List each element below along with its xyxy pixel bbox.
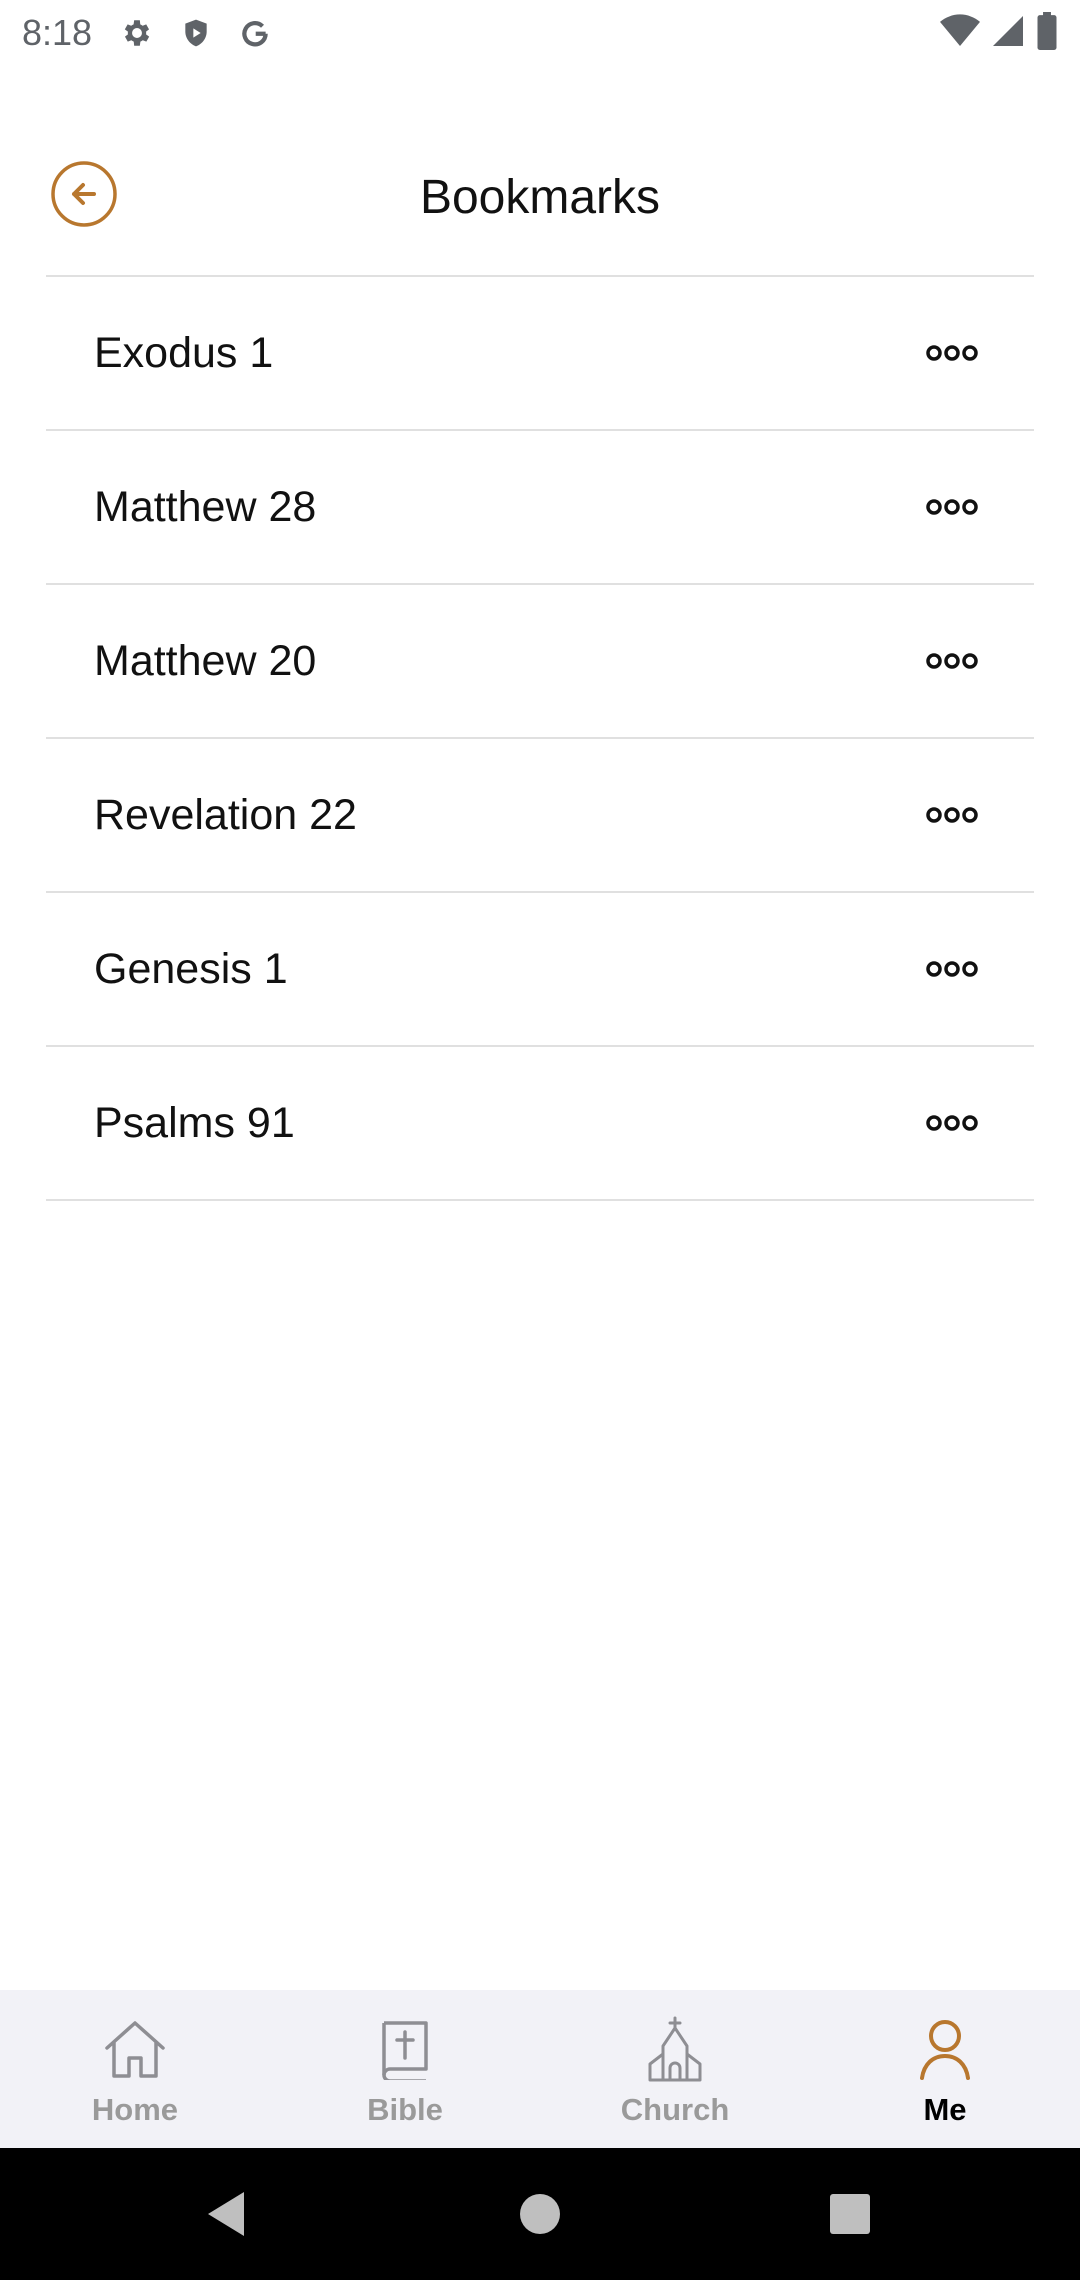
more-horizontal-icon	[926, 499, 978, 515]
tab-label: Church	[620, 2092, 730, 2127]
bookmark-item[interactable]: Matthew 20	[46, 585, 1034, 739]
bookmark-label: Matthew 28	[94, 482, 317, 531]
nav-back-button[interactable]	[196, 2184, 256, 2244]
bottom-tab-bar: Home Bible Church Me	[0, 1990, 1080, 2148]
tab-bible[interactable]: Bible	[330, 1990, 480, 2148]
bible-icon	[382, 2021, 428, 2080]
nav-recents-button[interactable]	[820, 2184, 880, 2244]
tab-label: Me	[923, 2092, 967, 2127]
more-horizontal-icon	[926, 1115, 978, 1131]
bookmarks-screen: 8:18 Bookmarks Exodus 1 Matthew 28 Matth…	[0, 0, 1080, 2280]
google-icon	[238, 16, 272, 50]
status-system-icons	[940, 12, 1058, 55]
status-bar: 8:18	[0, 0, 1080, 66]
bookmark-item[interactable]: Psalms 91	[46, 1047, 1034, 1201]
tab-church[interactable]: Church	[600, 1990, 750, 2148]
bookmark-label: Psalms 91	[94, 1098, 295, 1147]
tab-label: Bible	[367, 2092, 443, 2127]
tab-home[interactable]: Home	[60, 1990, 210, 2148]
bookmark-item[interactable]: Matthew 28	[46, 431, 1034, 585]
more-options-button[interactable]	[920, 487, 984, 527]
settings-icon	[120, 16, 154, 50]
more-options-button[interactable]	[920, 949, 984, 989]
bookmark-item[interactable]: Revelation 22	[46, 739, 1034, 893]
more-options-button[interactable]	[920, 1103, 984, 1143]
header: Bookmarks	[0, 150, 1080, 246]
more-horizontal-icon	[926, 961, 978, 977]
bookmark-label: Revelation 22	[94, 790, 357, 839]
tab-label: Home	[91, 2092, 179, 2127]
nav-home-button[interactable]	[510, 2184, 570, 2244]
more-options-button[interactable]	[920, 795, 984, 835]
home-circle-icon	[520, 2194, 560, 2234]
more-options-button[interactable]	[920, 333, 984, 373]
more-horizontal-icon	[926, 653, 978, 669]
back-triangle-icon	[208, 2192, 244, 2236]
system-nav-bar	[0, 2148, 1080, 2280]
bookmark-list: Exodus 1 Matthew 28 Matthew 20 Revelatio…	[46, 277, 1034, 1201]
bookmark-label: Genesis 1	[94, 944, 288, 993]
church-icon	[648, 2016, 702, 2082]
more-options-button[interactable]	[920, 641, 984, 681]
status-notification-icons	[120, 16, 272, 50]
bookmark-label: Exodus 1	[94, 328, 274, 377]
wifi-icon	[940, 13, 980, 54]
battery-icon	[1036, 12, 1058, 55]
bookmark-item[interactable]: Genesis 1	[46, 893, 1034, 1047]
bookmark-label: Matthew 20	[94, 636, 317, 685]
more-horizontal-icon	[926, 807, 978, 823]
tab-me[interactable]: Me	[870, 1990, 1020, 2148]
status-time: 8:18	[22, 12, 93, 53]
page-title: Bookmarks	[419, 171, 661, 224]
signal-icon	[990, 13, 1026, 54]
more-horizontal-icon	[926, 345, 978, 361]
recents-square-icon	[830, 2194, 870, 2234]
bookmark-item[interactable]: Exodus 1	[46, 277, 1034, 431]
shield-icon	[180, 16, 212, 50]
person-icon	[920, 2020, 970, 2080]
home-icon	[105, 2021, 165, 2078]
